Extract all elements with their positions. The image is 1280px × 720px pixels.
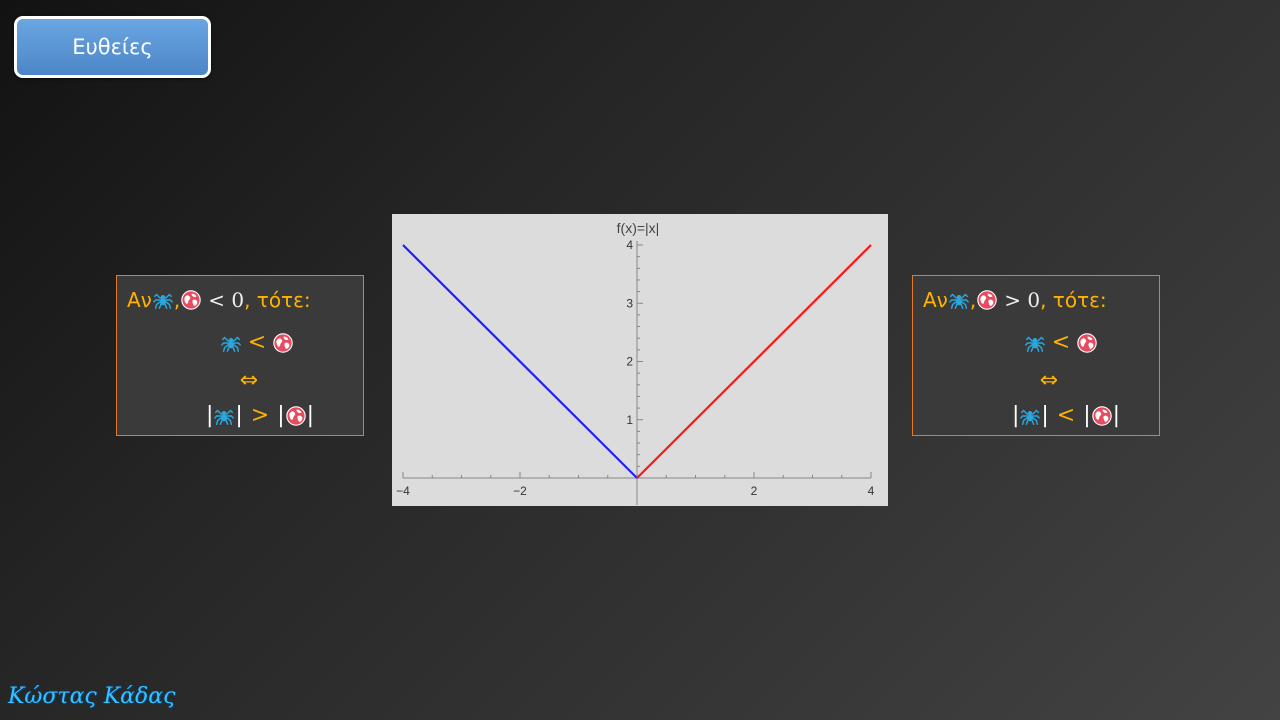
rule-condition-negative: Αν , < 0 , τότε: (127, 288, 311, 312)
spider-icon (213, 405, 235, 427)
y-tick-label: 4 (626, 238, 633, 252)
condition-suffix: , τότε: (244, 288, 311, 312)
x-tick-label: 2 (751, 484, 758, 498)
abs-function-chart: f(x)=|x| −4 −2 2 4 1 2 3 4 (392, 214, 888, 506)
abs-bar: | (306, 403, 315, 428)
rule-box-positive: Αν , > 0 , τότε: < ⇔ | | < | | (912, 275, 1160, 436)
y-tick-label: 1 (626, 413, 633, 427)
abs-operator: < (1056, 403, 1076, 428)
condition-relation: > 0 (1004, 288, 1041, 312)
y-tick-label: 2 (626, 355, 633, 369)
order-operator: < (247, 330, 267, 355)
iff-arrow-icon: ⇔ (1039, 368, 1059, 393)
y-tick-label: 3 (626, 296, 633, 310)
globe-icon (180, 289, 202, 311)
rule-condition-positive: Αν , > 0 , τότε: (923, 288, 1107, 312)
abs-bar: | (205, 403, 214, 428)
globe-icon (1076, 332, 1098, 354)
x-tick-label: −2 (513, 484, 527, 498)
condition-suffix: , τότε: (1040, 288, 1107, 312)
abs-bar: | (235, 403, 243, 428)
rule-order-line: < (117, 330, 363, 355)
abs-bar: | (1011, 403, 1020, 428)
spider-icon (1024, 332, 1046, 354)
series-line-negative (402, 244, 638, 479)
condition-prefix: Αν (127, 288, 152, 312)
chart-title: f(x)=|x| (617, 220, 660, 236)
globe-icon (272, 332, 294, 354)
series-line-positive (636, 244, 872, 479)
chart-svg: f(x)=|x| −4 −2 2 4 1 2 3 4 (396, 220, 875, 505)
x-tick-label: −4 (396, 484, 410, 498)
rule-box-negative: Αν , < 0 , τότε: < ⇔ | | > | | (116, 275, 364, 436)
globe-icon (1091, 405, 1113, 427)
rule-abs-line: | | > | | (117, 403, 363, 428)
author-signature: Κώστας Κάδας (8, 684, 176, 709)
rule-order-line: < (913, 330, 1159, 355)
x-tick-label: 4 (868, 484, 875, 498)
condition-prefix: Αν (923, 288, 948, 312)
rule-abs-line: | | < | | (913, 403, 1159, 428)
spider-icon (948, 289, 970, 311)
iff-line: ⇔ (913, 368, 1159, 393)
condition-relation: < 0 (208, 288, 245, 312)
spider-icon (220, 332, 242, 354)
spider-icon (1019, 405, 1041, 427)
order-operator: < (1051, 330, 1071, 355)
globe-icon (976, 289, 998, 311)
ευθείες-nav-button[interactable]: Ευθείες (14, 16, 211, 78)
iff-line: ⇔ (117, 368, 363, 393)
abs-bar: | (277, 403, 285, 428)
globe-icon (285, 405, 307, 427)
iff-arrow-icon: ⇔ (239, 368, 259, 393)
spider-icon (152, 289, 174, 311)
abs-bar: | (1112, 403, 1121, 428)
abs-bar: | (1041, 403, 1049, 428)
abs-bar: | (1083, 403, 1091, 428)
abs-operator: > (250, 403, 270, 428)
